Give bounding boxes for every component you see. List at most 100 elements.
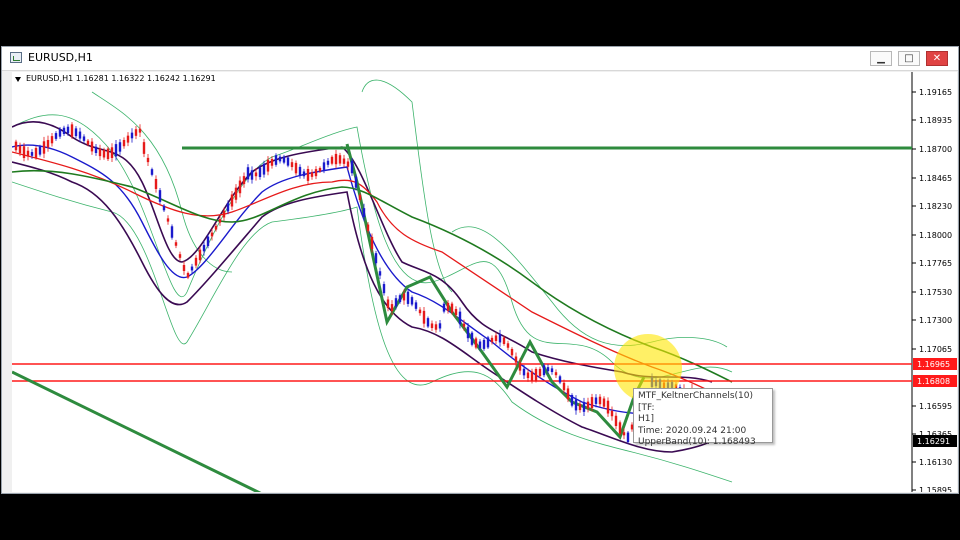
candle-body xyxy=(478,341,482,349)
candle-body xyxy=(162,205,166,211)
candle-body xyxy=(166,218,170,222)
candle-body xyxy=(410,297,414,305)
candle-body xyxy=(82,136,86,141)
candle-body xyxy=(78,131,82,139)
candle-body xyxy=(122,139,126,147)
candle-body xyxy=(342,158,346,164)
candle-body xyxy=(618,422,622,434)
candle-body xyxy=(262,163,266,175)
candle-body xyxy=(362,208,366,218)
candle-body xyxy=(422,310,426,324)
candle-body xyxy=(214,225,218,230)
candle-body xyxy=(94,146,98,154)
candle-body xyxy=(174,242,178,246)
candle-body xyxy=(146,157,150,163)
candle-body xyxy=(142,142,146,154)
candle-body xyxy=(38,146,42,155)
hline-label-2: 1.16808 xyxy=(917,377,950,386)
candle-body xyxy=(246,167,250,180)
maximize-button[interactable]: □ xyxy=(898,51,920,66)
candle-body xyxy=(274,155,278,165)
candle-body xyxy=(574,399,578,411)
candle-body xyxy=(218,219,222,223)
indicator-tooltip: MTF_KeltnerChannels(10)[TF: H1] Time: 20… xyxy=(633,388,773,447)
candle-body xyxy=(202,244,206,252)
candle-body xyxy=(46,139,50,148)
candle-body xyxy=(494,335,498,342)
candle-body xyxy=(474,338,478,348)
candle-body xyxy=(298,166,302,176)
candle-body xyxy=(562,382,566,391)
candle-body xyxy=(74,128,78,137)
candle-body xyxy=(558,376,562,383)
candle-body xyxy=(590,397,594,409)
zigzag-wave-line[interactable] xyxy=(345,143,646,440)
dropdown-arrow-icon[interactable] xyxy=(15,77,21,82)
candle-body xyxy=(266,159,270,172)
candle-body xyxy=(626,432,630,443)
candle-body xyxy=(530,371,534,381)
keltner-lower-band xyxy=(12,161,728,453)
price-tick-label: 1.16595 xyxy=(919,402,952,411)
chart-canvas[interactable]: 1.19165 1.18935 1.18700 1.18465 1.18230 1.180… xyxy=(12,72,957,492)
candle-body xyxy=(294,162,298,174)
candle-body xyxy=(206,236,210,246)
candle-body xyxy=(554,372,558,376)
candle-body xyxy=(286,157,290,166)
tooltip-line-2: H1] xyxy=(638,414,655,424)
candle-body xyxy=(458,311,462,325)
candle-body xyxy=(550,368,554,373)
candle-body xyxy=(466,326,470,339)
title-bar[interactable]: EURUSD,H1 ▁ □ ✕ xyxy=(2,47,958,71)
window-title: EURUSD,H1 xyxy=(28,51,93,64)
close-button[interactable]: ✕ xyxy=(926,51,948,66)
candle-body xyxy=(586,401,590,409)
candle-body xyxy=(486,337,490,348)
candle-body xyxy=(26,150,30,157)
symbol-info: EURUSD,H1 1.16281 1.16322 1.16242 1.1629… xyxy=(26,74,216,83)
candle-body xyxy=(502,337,506,344)
candle-body xyxy=(526,372,530,379)
candle-body xyxy=(402,293,406,301)
candle-body xyxy=(418,309,422,314)
candle-body xyxy=(234,187,238,200)
minimize-button[interactable]: ▁ xyxy=(870,51,892,66)
tooltip-line-4: UpperBand(10): 1.168493 xyxy=(638,437,756,447)
candle-body xyxy=(490,337,494,343)
candle-body xyxy=(230,194,234,207)
descending-trendline[interactable] xyxy=(12,370,262,492)
price-tick-label: 1.19165 xyxy=(919,88,952,97)
candle-body xyxy=(398,295,402,303)
candle-body xyxy=(90,141,94,152)
candle-body xyxy=(182,265,186,271)
price-tick-label: 1.18935 xyxy=(919,116,952,125)
chart-window: EURUSD,H1 ▁ □ ✕ 1.19165 1.18935 1.18700 1.1… xyxy=(1,46,959,494)
candle-body xyxy=(366,224,370,232)
price-tick-label: 1.18465 xyxy=(919,174,952,183)
candle-body xyxy=(430,323,434,329)
tooltip-line-3: Time: 2020.09.24 21:00 xyxy=(638,425,747,436)
price-tick-label: 1.17765 xyxy=(919,259,952,268)
candle-body xyxy=(498,334,502,343)
candle-body xyxy=(302,171,306,177)
candle-body xyxy=(22,146,26,158)
candle-body xyxy=(86,140,90,145)
candle-body xyxy=(270,159,274,166)
candle-body xyxy=(622,432,626,436)
candle-body xyxy=(322,162,326,170)
candle-body xyxy=(250,170,254,180)
price-tick-label: 1.17530 xyxy=(919,288,952,297)
candle-body xyxy=(346,161,350,167)
candle-body xyxy=(350,160,354,174)
candle-body xyxy=(258,167,262,178)
candle-body xyxy=(414,302,418,309)
price-tick-label: 1.18000 xyxy=(919,231,952,240)
candle-body xyxy=(334,153,338,165)
price-chart[interactable]: 1.19165 1.18935 1.18700 1.18465 1.18230 1.180… xyxy=(12,72,957,492)
candle-body xyxy=(18,145,22,154)
chart-icon xyxy=(10,52,22,63)
candle-body xyxy=(154,178,158,190)
candle-body xyxy=(238,180,242,194)
candle-body xyxy=(570,395,574,406)
candle-body xyxy=(566,388,570,400)
